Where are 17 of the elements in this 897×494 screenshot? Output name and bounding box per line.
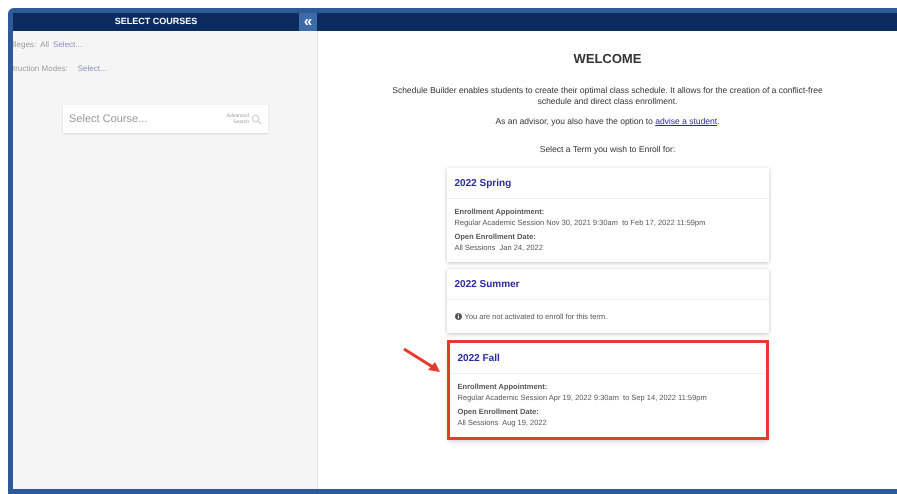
pointer-arrow-icon xyxy=(402,347,442,374)
term-prompt: Select a Term you wish to Enroll for: xyxy=(540,143,676,156)
advise-student-link[interactable]: advise a student xyxy=(655,116,718,126)
collapse-button[interactable]: « xyxy=(299,13,317,31)
advisor-text: As an advisor, you also have the option to xyxy=(495,116,653,126)
welcome-heading: WELCOME xyxy=(574,50,642,68)
panel-title: SELECT COURSES xyxy=(114,15,198,28)
term-title[interactable]: 2022 Summer xyxy=(454,276,520,292)
filter-label: lleges: xyxy=(13,39,36,51)
info-icon xyxy=(454,313,462,320)
search-icon[interactable] xyxy=(251,114,262,124)
period-text: . xyxy=(717,116,720,126)
term-title[interactable]: 2022 Fall xyxy=(458,350,500,366)
filter-value: All xyxy=(40,39,50,51)
intro-paragraph: Schedule Builder enables students to create their optimal class schedule. It allows for the creation of a conflict-free schedule and direct class enrollment. xyxy=(391,84,824,106)
term-title[interactable]: 2022 Spring xyxy=(454,176,512,190)
filter-label: truction Modes: xyxy=(13,63,68,75)
